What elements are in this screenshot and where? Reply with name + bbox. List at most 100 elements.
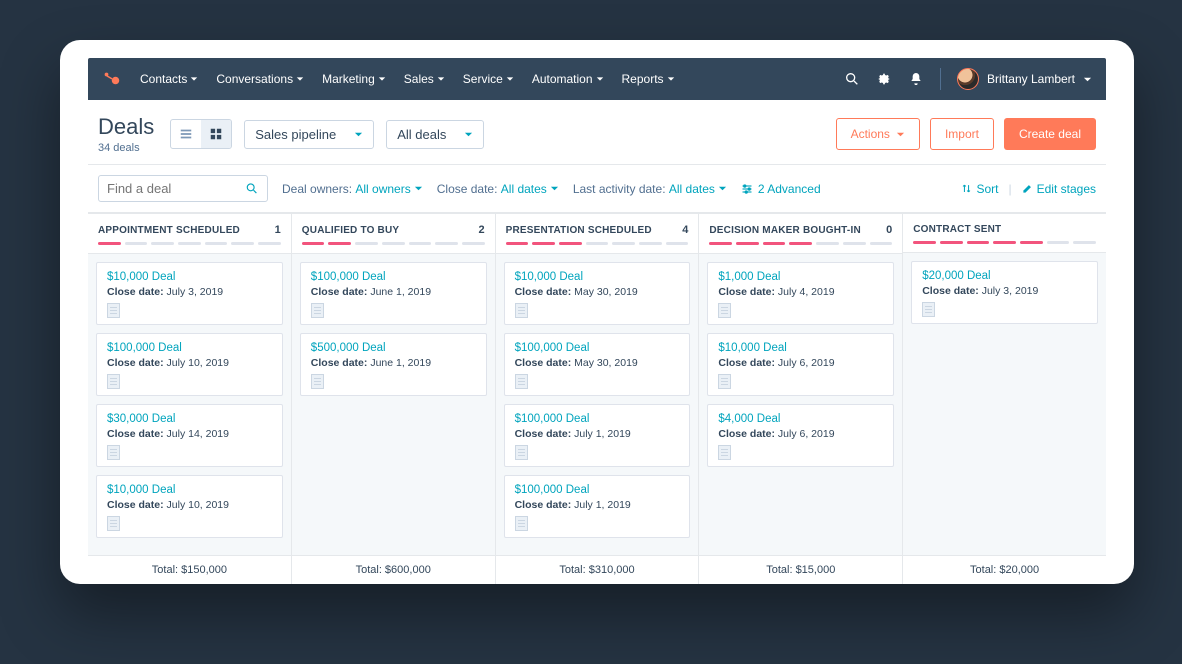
chevron-down-icon: [437, 75, 445, 83]
owner-filter[interactable]: All owners: [355, 182, 422, 196]
deal-card[interactable]: $100,000 Deal Close date: May 30, 2019: [504, 333, 691, 396]
column-count: 0: [886, 224, 892, 236]
deal-title: $30,000 Deal: [107, 413, 272, 425]
create-deal-button[interactable]: Create deal: [1004, 118, 1096, 150]
caret-down-icon: [354, 130, 363, 139]
column-header: QUALIFIED TO BUY 2: [292, 214, 495, 254]
gear-icon[interactable]: [876, 71, 892, 87]
view-toggle: [170, 119, 232, 149]
stage-progress: [913, 241, 1096, 244]
deal-close-date: Close date: July 4, 2019: [718, 286, 883, 298]
column-count: 2: [478, 224, 484, 236]
search-input[interactable]: [107, 181, 245, 196]
caret-down-icon: [896, 130, 905, 139]
stage-progress: [302, 242, 485, 245]
hubspot-logo-icon: [102, 70, 120, 88]
column-header: DECISION MAKER BOUGHT-IN 0: [699, 214, 902, 254]
caret-down-icon: [718, 184, 727, 193]
deal-card[interactable]: $20,000 Deal Close date: July 3, 2019: [911, 261, 1098, 324]
nav-item[interactable]: Reports: [616, 68, 681, 90]
column-total: Total: $150,000: [88, 555, 291, 584]
column-body[interactable]: $10,000 Deal Close date: May 30, 2019 $1…: [496, 254, 699, 555]
close-date-filter-label: Close date:: [437, 182, 498, 196]
document-icon: [107, 303, 120, 318]
deal-title: $20,000 Deal: [922, 270, 1087, 282]
pipeline-select[interactable]: Sales pipeline: [244, 120, 374, 149]
page-title: Deals: [98, 114, 154, 140]
deal-count: 34 deals: [98, 142, 154, 154]
deal-card[interactable]: $100,000 Deal Close date: July 10, 2019: [96, 333, 283, 396]
nav-item[interactable]: Conversations: [210, 68, 310, 90]
document-icon: [718, 445, 731, 460]
column-body[interactable]: $1,000 Deal Close date: July 4, 2019 $10…: [699, 254, 902, 555]
pencil-icon: [1022, 183, 1033, 194]
deal-card[interactable]: $10,000 Deal Close date: July 10, 2019: [96, 475, 283, 538]
deal-title: $10,000 Deal: [718, 342, 883, 354]
nav-item[interactable]: Automation: [526, 68, 610, 90]
list-icon: [179, 127, 193, 141]
activity-filter[interactable]: All dates: [669, 182, 727, 196]
advanced-filters[interactable]: 2 Advanced: [741, 182, 821, 196]
deal-card[interactable]: $30,000 Deal Close date: July 14, 2019: [96, 404, 283, 467]
search-box[interactable]: [98, 175, 268, 202]
pipeline-column: QUALIFIED TO BUY 2 $100,000 Deal Close d…: [292, 214, 496, 584]
column-body[interactable]: $20,000 Deal Close date: July 3, 2019: [903, 253, 1106, 555]
page-header: Deals 34 deals Sales pipeline All deals …: [88, 100, 1106, 165]
board-view-button[interactable]: [201, 120, 231, 148]
scope-select[interactable]: All deals: [386, 120, 484, 149]
document-icon: [515, 374, 528, 389]
deal-title: $100,000 Deal: [515, 342, 680, 354]
deal-card[interactable]: $500,000 Deal Close date: June 1, 2019: [300, 333, 487, 396]
chevron-down-icon: [667, 75, 675, 83]
deal-card[interactable]: $10,000 Deal Close date: July 3, 2019: [96, 262, 283, 325]
nav-item[interactable]: Sales: [398, 68, 451, 90]
deal-card[interactable]: $1,000 Deal Close date: July 4, 2019: [707, 262, 894, 325]
deal-card[interactable]: $10,000 Deal Close date: May 30, 2019: [504, 262, 691, 325]
filter-bar: Deal owners: All owners Close date: All …: [88, 165, 1106, 213]
pipeline-column: PRESENTATION SCHEDULED 4 $10,000 Deal Cl…: [496, 214, 700, 584]
document-icon: [311, 303, 324, 318]
deal-title: $4,000 Deal: [718, 413, 883, 425]
deal-card[interactable]: $100,000 Deal Close date: July 1, 2019: [504, 404, 691, 467]
deal-close-date: Close date: May 30, 2019: [515, 286, 680, 298]
document-icon: [107, 445, 120, 460]
pipeline-column: CONTRACT SENT $20,000 Deal Close date: J…: [903, 214, 1106, 584]
import-button[interactable]: Import: [930, 118, 994, 150]
close-date-filter[interactable]: All dates: [501, 182, 559, 196]
column-count: 4: [682, 224, 688, 236]
chevron-down-icon: [506, 75, 514, 83]
edit-stages-button[interactable]: Edit stages: [1022, 182, 1096, 196]
document-icon: [515, 303, 528, 318]
document-icon: [107, 374, 120, 389]
nav-item[interactable]: Service: [457, 68, 520, 90]
caret-down-icon: [550, 184, 559, 193]
column-title: QUALIFIED TO BUY: [302, 225, 399, 236]
search-icon[interactable]: [844, 71, 860, 87]
column-body[interactable]: $10,000 Deal Close date: July 3, 2019 $1…: [88, 254, 291, 555]
deal-card[interactable]: $10,000 Deal Close date: July 6, 2019: [707, 333, 894, 396]
column-title: DECISION MAKER BOUGHT-IN: [709, 225, 860, 236]
top-nav: Contacts Conversations Marketing Sales Servi…: [88, 58, 1106, 100]
document-icon: [107, 516, 120, 531]
nav-item[interactable]: Contacts: [134, 68, 204, 90]
user-menu[interactable]: Brittany Lambert: [957, 68, 1092, 90]
column-header: CONTRACT SENT: [903, 214, 1106, 253]
deal-title: $10,000 Deal: [515, 271, 680, 283]
deal-close-date: Close date: June 1, 2019: [311, 357, 476, 369]
column-body[interactable]: $100,000 Deal Close date: June 1, 2019 $…: [292, 254, 495, 555]
deal-card[interactable]: $100,000 Deal Close date: June 1, 2019: [300, 262, 487, 325]
user-name: Brittany Lambert: [987, 72, 1075, 86]
list-view-button[interactable]: [171, 120, 201, 148]
sort-button[interactable]: Sort: [961, 182, 998, 196]
avatar: [957, 68, 979, 90]
deal-title: $100,000 Deal: [515, 484, 680, 496]
deal-close-date: Close date: July 3, 2019: [922, 285, 1087, 297]
deal-card[interactable]: $100,000 Deal Close date: July 1, 2019: [504, 475, 691, 538]
deal-card[interactable]: $4,000 Deal Close date: July 6, 2019: [707, 404, 894, 467]
nav-item[interactable]: Marketing: [316, 68, 392, 90]
column-title: PRESENTATION SCHEDULED: [506, 225, 652, 236]
actions-button[interactable]: Actions: [836, 118, 920, 150]
deal-title: $500,000 Deal: [311, 342, 476, 354]
search-icon: [245, 181, 259, 196]
bell-icon[interactable]: [908, 71, 924, 87]
